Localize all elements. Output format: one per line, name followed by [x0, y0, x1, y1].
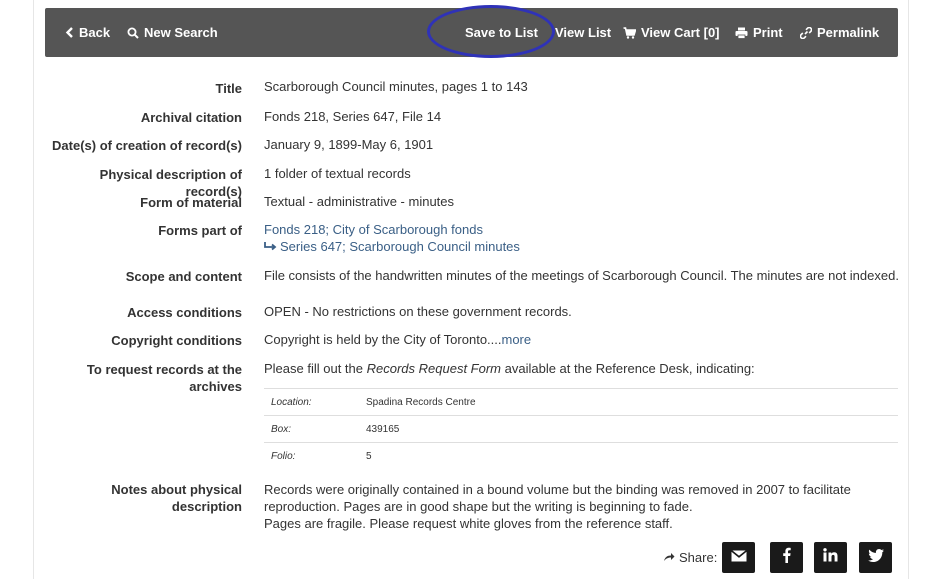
copyright-value: Copyright is held by the City of Toronto… — [264, 331, 531, 348]
box-key: Box: — [271, 424, 292, 435]
record-toolbar: Back New Search Save to List View List V… — [45, 8, 898, 57]
notes-line-3: Pages are fragile. Please request white … — [264, 516, 673, 531]
location-key: Location: — [271, 397, 312, 408]
forms-part-of-series[interactable]: Series 647; Scarborough Council minutes — [264, 238, 520, 255]
view-list-label: View List — [555, 25, 612, 40]
location-value: Spadina Records Centre — [366, 397, 476, 408]
print-label: Print — [753, 25, 783, 40]
linkedin-icon — [823, 548, 838, 567]
permalink-button[interactable]: Permalink — [800, 8, 879, 57]
notes-line-2: reproduction. Pages are in good shape bu… — [264, 499, 693, 514]
copyright-text: Copyright is held by the City of Toronto… — [264, 332, 502, 347]
fonds-link[interactable]: Fonds 218; City of Scarborough fonds — [264, 222, 483, 237]
request-form-name: Records Request Form — [366, 361, 502, 376]
request-label: To request records at the archives — [42, 361, 242, 395]
email-share-button[interactable] — [722, 542, 755, 573]
dates-value: January 9, 1899-May 6, 1901 — [264, 137, 434, 152]
share-icon — [663, 549, 675, 567]
access-label: Access conditions — [127, 305, 242, 320]
location-row: Location: Spadina Records Centre — [264, 388, 898, 415]
search-icon — [127, 27, 139, 39]
title-value: Scarborough Council minutes, pages 1 to … — [264, 79, 528, 94]
share-label: Share: — [679, 550, 718, 565]
request-value: Please fill out the Records Request Form… — [264, 360, 755, 377]
view-cart-label: View Cart [0] — [641, 25, 720, 40]
view-list-button[interactable]: View List — [555, 8, 611, 57]
access-value: OPEN - No restrictions on these governme… — [264, 304, 572, 319]
series-link[interactable]: Series 647; Scarborough Council minutes — [280, 238, 520, 255]
print-icon — [735, 27, 748, 39]
scope-value: File consists of the handwritten minutes… — [264, 268, 899, 283]
notes-label-line-1: Notes about physical — [111, 482, 242, 497]
twitter-share-button[interactable] — [859, 542, 892, 573]
cart-icon — [623, 26, 636, 39]
view-cart-button[interactable]: View Cart [0] — [623, 8, 720, 57]
share-arrow-icon — [264, 238, 277, 255]
back-label: Back — [79, 25, 111, 40]
scope-label: Scope and content — [125, 269, 242, 284]
dates-label: Date(s) of creation of record(s) — [52, 138, 242, 153]
folio-key: Folio: — [271, 451, 296, 462]
permalink-label: Permalink — [817, 25, 880, 40]
email-icon — [730, 549, 747, 567]
linkedin-share-button[interactable] — [814, 542, 847, 573]
citation-value: Fonds 218, Series 647, File 14 — [264, 109, 442, 124]
save-to-list-button[interactable]: Save to List — [465, 8, 538, 57]
request-label-line-1: To request records at the — [86, 362, 242, 377]
notes-label: Notes about physical description — [42, 481, 242, 515]
box-value: 439165 — [366, 424, 400, 435]
facebook-icon — [782, 547, 791, 568]
forms-part-of-label: Forms part of — [158, 223, 242, 238]
new-search-label: New Search — [144, 25, 218, 40]
share-label-group: Share: — [663, 542, 717, 573]
request-label-line-2: archives — [189, 379, 242, 394]
title-label: Title — [215, 81, 243, 96]
request-post-text: available at the Reference Desk, indicat… — [501, 361, 755, 376]
form-of-material-label: Form of material — [140, 195, 242, 210]
box-row: Box: 439165 — [264, 415, 898, 442]
link-icon — [800, 26, 812, 39]
facebook-share-button[interactable] — [770, 542, 803, 573]
copyright-label: Copyright conditions — [111, 333, 242, 348]
folio-row: Folio: 5 — [264, 442, 898, 469]
notes-line-1: Records were originally contained in a b… — [264, 482, 851, 497]
chevron-left-icon — [65, 27, 74, 38]
twitter-icon — [867, 548, 884, 567]
page-border-left — [33, 0, 34, 579]
new-search-button[interactable]: New Search — [127, 8, 218, 57]
save-to-list-label: Save to List — [465, 25, 538, 40]
print-button[interactable]: Print — [735, 8, 783, 57]
form-of-material-value: Textual - administrative - minutes — [264, 194, 455, 209]
folio-value: 5 — [366, 451, 372, 462]
citation-label: Archival citation — [140, 110, 242, 125]
page-border-right — [908, 0, 909, 579]
forms-part-of-fonds-link[interactable]: Fonds 218; City of Scarborough fonds — [264, 221, 483, 238]
physical-description-value: 1 folder of textual records — [264, 166, 411, 181]
back-button[interactable]: Back — [65, 8, 110, 57]
location-table: Location: Spadina Records Centre Box: 43… — [264, 388, 898, 469]
request-pre-text: Please fill out the — [264, 361, 367, 376]
notes-label-line-2: description — [171, 499, 242, 514]
copyright-more-link[interactable]: more — [502, 332, 532, 347]
